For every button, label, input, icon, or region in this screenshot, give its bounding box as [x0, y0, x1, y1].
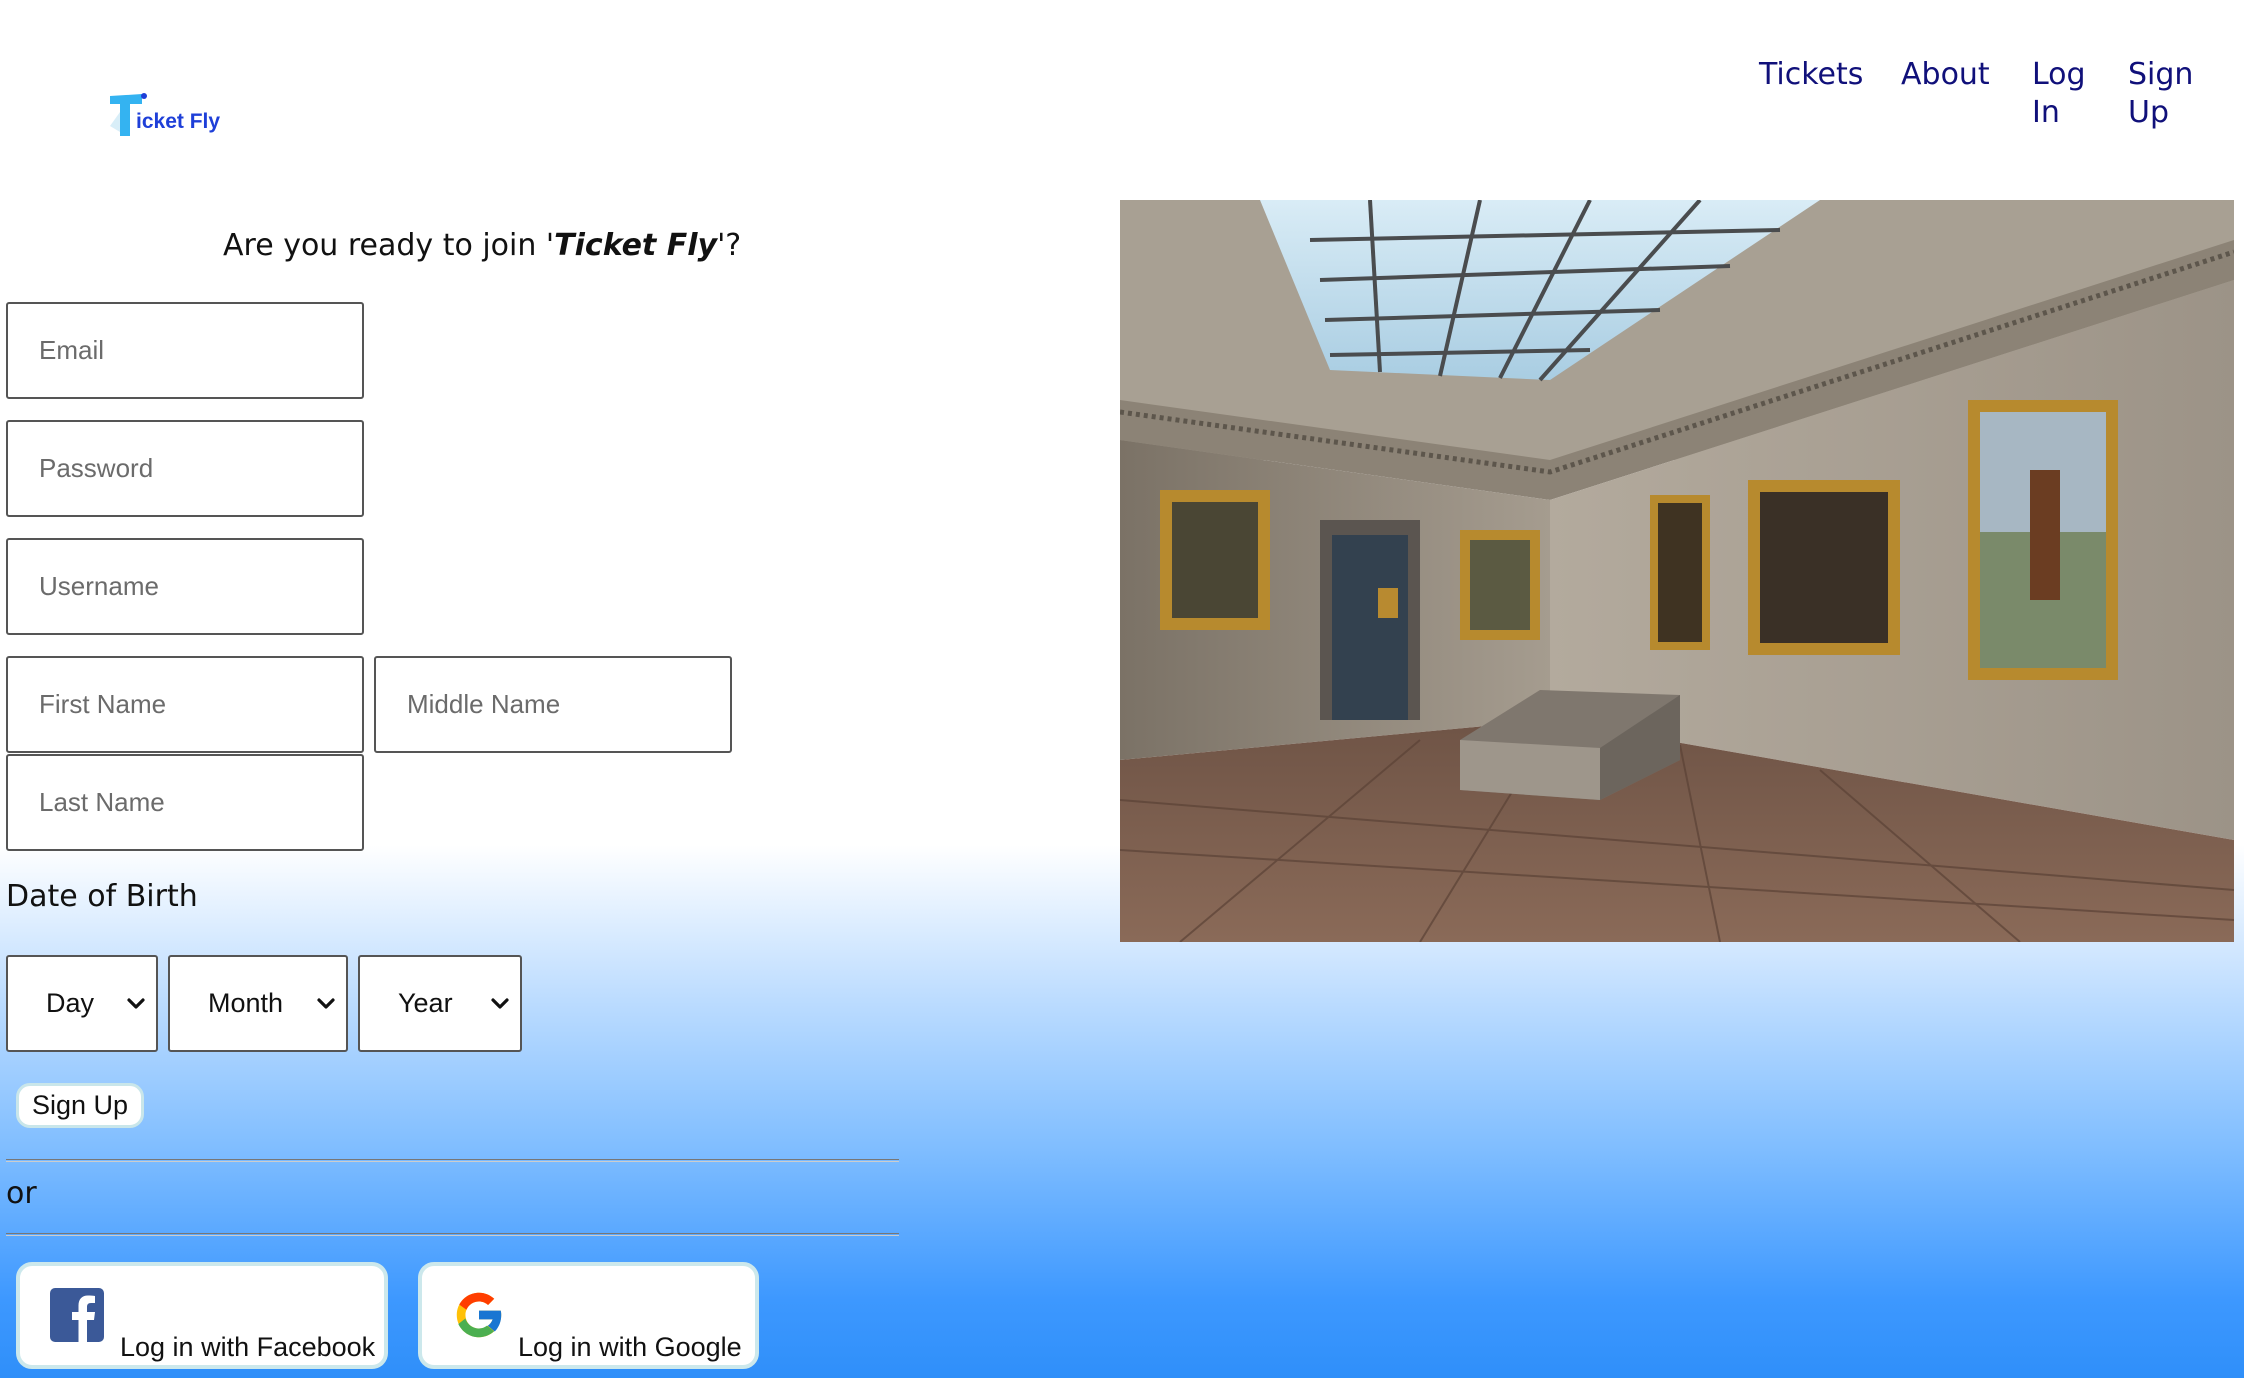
nav-log-in[interactable]: Log In: [2032, 56, 2092, 132]
or-text: or: [6, 1176, 37, 1211]
dob-month-select[interactable]: Month: [168, 955, 348, 1052]
signup-heading: Are you ready to join 'Ticket Fly'?: [223, 228, 741, 263]
logo-text: icket Fly: [136, 110, 221, 133]
google-login-label: Log in with Google: [518, 1332, 742, 1362]
nav-about[interactable]: About: [1901, 56, 1990, 94]
dob-year-select[interactable]: Year: [358, 955, 522, 1052]
dob-year-value: Year: [398, 988, 453, 1018]
nav-tickets[interactable]: Tickets: [1759, 56, 1863, 94]
facebook-login-label: Log in with Facebook: [120, 1332, 376, 1362]
museum-gallery-image: [1120, 200, 2234, 942]
google-icon: [456, 1292, 503, 1338]
museum-gallery-illustration: [1120, 200, 2234, 942]
middle-name-field[interactable]: [374, 656, 732, 753]
divider-bottom: [6, 1233, 899, 1236]
chevron-down-icon: [491, 998, 509, 1009]
nav-sign-up[interactable]: Sign Up: [2128, 56, 2194, 132]
facebook-login-button[interactable]: Log in with Facebook: [16, 1262, 388, 1369]
dob-day-select[interactable]: Day: [6, 955, 158, 1052]
chevron-down-icon: [127, 998, 145, 1009]
dob-label: Date of Birth: [6, 879, 198, 914]
divider-top: [6, 1159, 899, 1162]
first-name-field[interactable]: [6, 656, 364, 753]
email-field[interactable]: [6, 302, 364, 399]
password-field[interactable]: [6, 420, 364, 517]
heading-prefix: Are you ready to join ': [223, 228, 555, 263]
heading-suffix: '?: [717, 228, 742, 263]
heading-brand: Ticket Fly: [554, 228, 718, 263]
last-name-field[interactable]: [6, 754, 364, 851]
ticket-fly-logo[interactable]: icket Fly: [108, 92, 228, 138]
dob-day-value: Day: [46, 988, 95, 1018]
chevron-down-icon: [317, 998, 335, 1009]
username-field[interactable]: [6, 538, 364, 635]
dob-month-value: Month: [208, 988, 284, 1018]
facebook-icon: [50, 1288, 104, 1342]
google-login-button[interactable]: Log in with Google: [418, 1262, 759, 1369]
sign-up-button[interactable]: Sign Up: [16, 1083, 144, 1128]
